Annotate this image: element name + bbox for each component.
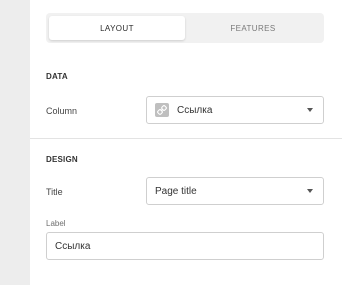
label-field-label: Label <box>46 219 66 228</box>
section-divider <box>30 138 342 139</box>
chevron-down-icon <box>307 108 313 112</box>
column-select[interactable]: Ссылка <box>146 96 324 124</box>
data-section-title: DATA <box>46 72 68 81</box>
design-section-title: DESIGN <box>46 155 78 164</box>
properties-panel: LAYOUT FEATURES DATA Column Ссылка DESIG… <box>30 0 342 285</box>
title-select[interactable]: Page title <box>146 177 324 205</box>
label-input[interactable]: Ссылка <box>46 232 324 260</box>
tab-features[interactable]: FEATURES <box>185 16 321 40</box>
title-select-value: Page title <box>155 185 197 197</box>
tab-layout[interactable]: LAYOUT <box>49 16 185 40</box>
title-label: Title <box>46 187 63 197</box>
column-label: Column <box>46 106 78 116</box>
column-select-value: Ссылка <box>177 104 213 116</box>
chevron-down-icon <box>307 189 313 193</box>
link-icon <box>155 103 169 117</box>
tab-bar: LAYOUT FEATURES <box>46 13 324 43</box>
left-gutter <box>0 0 30 285</box>
